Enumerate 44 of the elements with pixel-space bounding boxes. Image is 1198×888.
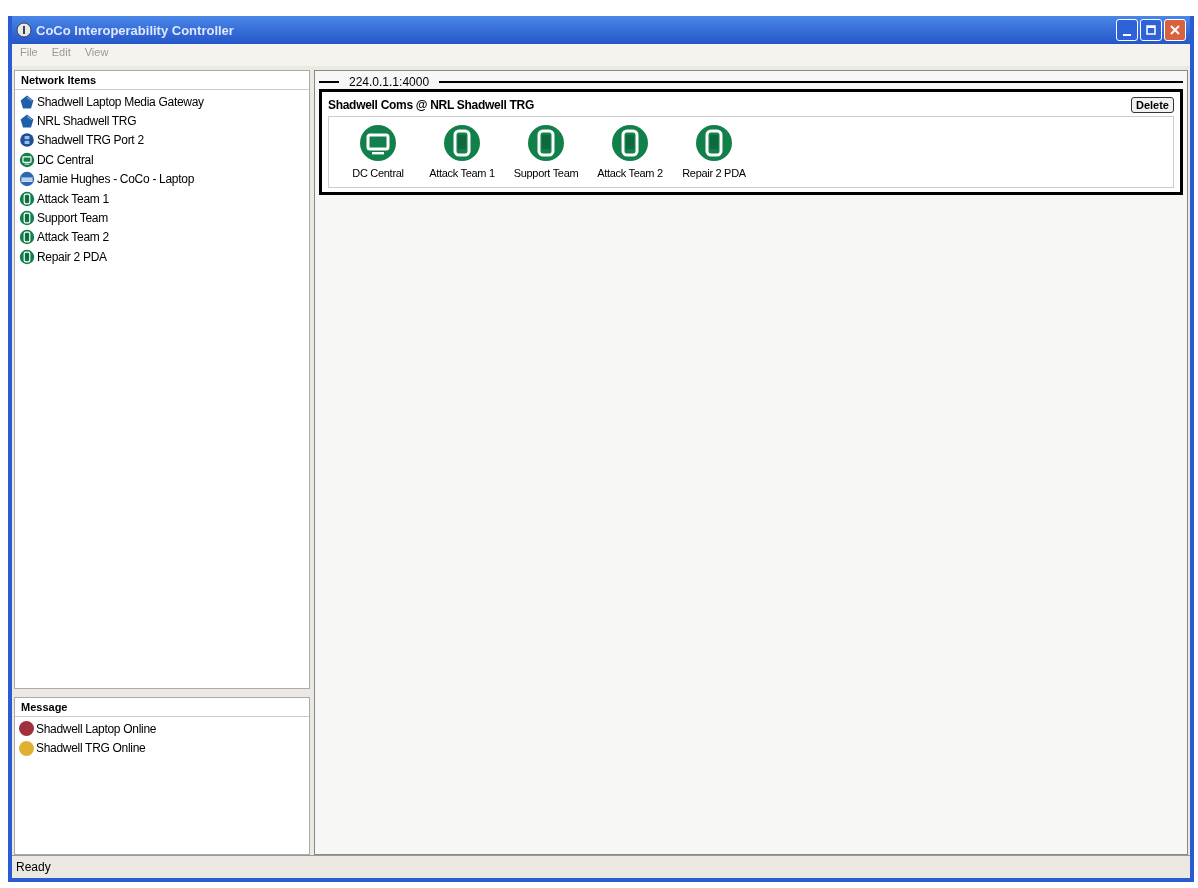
message-text: Shadwell TRG Online xyxy=(36,741,146,756)
minimize-icon xyxy=(1123,34,1131,36)
pentagon-icon xyxy=(19,113,35,130)
panel-header: Message xyxy=(15,698,309,717)
handheld-icon xyxy=(442,123,482,163)
channel-address: 224.0.1.1:4000 xyxy=(349,75,430,89)
handheld-icon xyxy=(610,123,650,163)
node-label: DC Central xyxy=(352,167,404,179)
tree-item[interactable]: Jamie Hughes - CoCo - Laptop xyxy=(37,172,195,187)
maximize-button[interactable] xyxy=(1140,19,1162,41)
pentagon-icon xyxy=(19,93,35,110)
tree-item[interactable]: Support Team xyxy=(37,211,108,226)
close-icon xyxy=(1170,25,1180,35)
node-label: Repair 2 PDA xyxy=(682,167,746,179)
minimize-button[interactable] xyxy=(1116,19,1138,41)
node-label: Support Team xyxy=(513,167,579,179)
handheld-icon xyxy=(19,248,35,265)
status-text: Ready xyxy=(16,860,51,874)
laptop-icon xyxy=(19,171,35,188)
window-title: CoCo Interoperability Controller xyxy=(36,22,234,38)
tree-item[interactable]: Attack Team 1 xyxy=(37,191,109,206)
group-title: Shadwell Coms @ NRL Shadwell TRG xyxy=(328,98,534,112)
close-button[interactable] xyxy=(1164,19,1186,41)
handheld-icon xyxy=(19,229,35,246)
maximize-icon xyxy=(1146,25,1156,35)
tree-item[interactable]: DC Central xyxy=(37,152,94,167)
tree-item[interactable]: Repair 2 PDA xyxy=(37,249,107,264)
handheld-icon xyxy=(694,123,734,163)
node-label: Attack Team 1 xyxy=(429,167,495,179)
panel-header: Network Items xyxy=(15,71,309,90)
handheld-icon xyxy=(19,210,35,227)
monitor-icon xyxy=(19,151,35,168)
monitor-icon xyxy=(358,123,398,163)
message-text: Shadwell Laptop Online xyxy=(36,721,157,736)
server-icon xyxy=(19,132,35,149)
tree-item[interactable]: Shadwell TRG Port 2 xyxy=(37,133,144,148)
app-icon xyxy=(16,22,32,38)
tree-item[interactable]: NRL Shadwell TRG xyxy=(37,114,137,129)
node-label: Attack Team 2 xyxy=(597,167,663,179)
tree-item[interactable]: Attack Team 2 xyxy=(37,230,109,245)
handheld-icon xyxy=(526,123,566,163)
delete-button[interactable]: Delete xyxy=(1130,97,1174,113)
handheld-icon xyxy=(19,190,35,207)
tree-item[interactable]: Shadwell Laptop Media Gateway xyxy=(37,94,204,109)
